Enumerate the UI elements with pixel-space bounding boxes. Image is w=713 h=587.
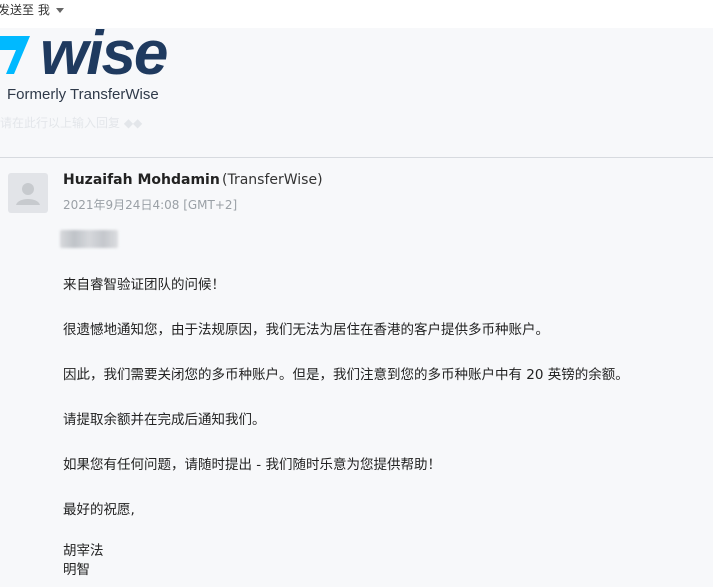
paragraph: 很遗憾地通知您，由于法规原因，我们无法为居住在香港的客户提供多币种账户。 (63, 322, 549, 338)
recipient-dropdown[interactable]: 发送至 我 (0, 1, 64, 18)
paragraph: 如果您有任何问题，请随时提出 - 我们随时乐意为您提供帮助！ (63, 457, 441, 473)
sender-org: (TransferWise) (222, 172, 323, 188)
recipient-label: 发送至 我 (0, 3, 50, 17)
flag-icon (0, 36, 30, 74)
signature: 胡宰法 明智 (63, 542, 703, 580)
logo-wordmark: wise (40, 19, 168, 88)
signature-line: 明智 (63, 562, 90, 578)
divider (0, 157, 713, 158)
paragraph: 因此，我们需要关闭您的多币种账户。但是，我们注意到您的多币种账户中有 20 英镑… (63, 367, 629, 383)
user-icon (16, 183, 40, 205)
signature-line: 胡宰法 (63, 543, 104, 559)
brand-banner: wise Formerly TransferWise 请在此行以上输入回复 ◆◆ (0, 19, 713, 158)
greeting: 来自睿智验证团队的问候！ (63, 277, 225, 293)
closing: 最好的祝愿, (63, 502, 135, 518)
avatar[interactable] (8, 173, 48, 213)
wise-logo: wise (0, 19, 200, 88)
sender-name[interactable]: Huzaifah Mohdamin (63, 172, 220, 188)
email-body: 来自睿智验证团队的问候！ 很遗憾地通知您，由于法规原因，我们无法为居住在香港的客… (63, 276, 703, 580)
message-date: 2021年9月24日4:08 [GMT+2] (63, 198, 238, 212)
email-viewer: 发送至 我 wise Formerly TransferWise 请在此行以上输… (0, 0, 713, 587)
brand-tagline: Formerly TransferWise (7, 86, 159, 103)
redacted-recipient-name (60, 230, 118, 248)
paragraph: 请提取余额并在完成后通知我们。 (63, 412, 266, 428)
chevron-down-icon[interactable] (55, 8, 64, 13)
reply-hint: 请在此行以上输入回复 ◆◆ (0, 116, 143, 130)
